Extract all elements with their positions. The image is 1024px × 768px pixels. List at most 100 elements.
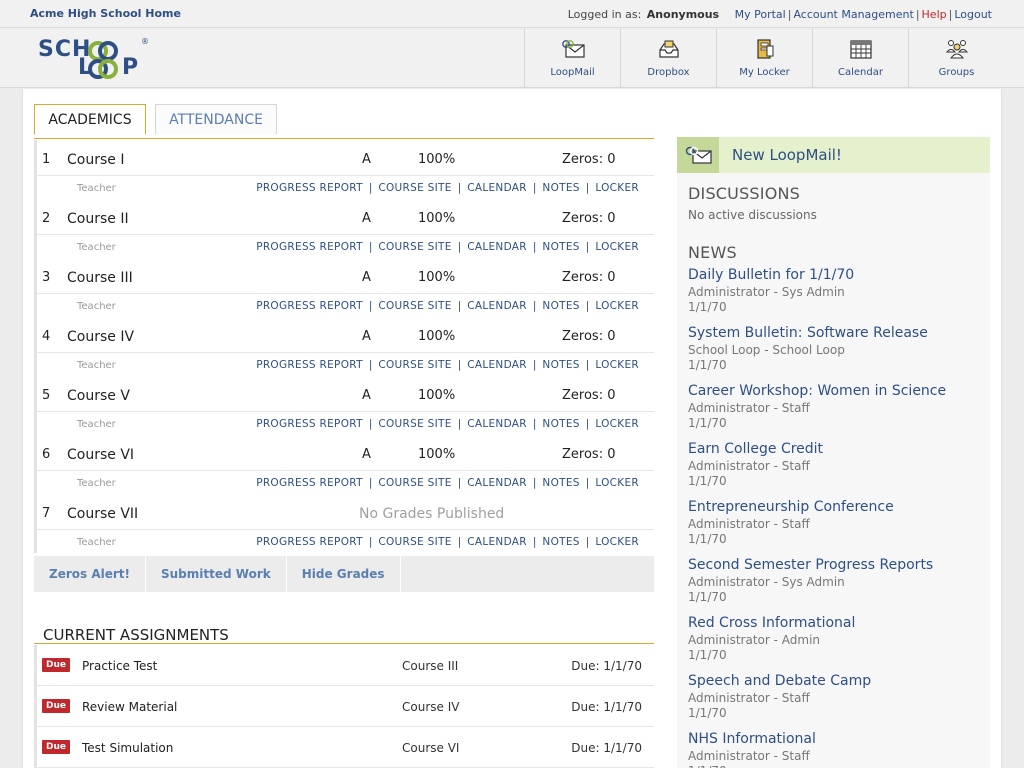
calendar-link[interactable]: CALENDAR bbox=[467, 477, 527, 489]
grade-tools-bar: Zeros Alert! Submitted Work Hide Grades bbox=[34, 556, 654, 592]
submitted-work-button[interactable]: Submitted Work bbox=[146, 556, 287, 592]
username: Anonymous bbox=[646, 8, 720, 21]
course-site-link[interactable]: COURSE SITE bbox=[378, 477, 451, 489]
assignment-course: Course VI bbox=[402, 741, 460, 755]
course-teacher: Teacher bbox=[77, 183, 116, 194]
progress-report-link[interactable]: PROGRESS REPORT bbox=[256, 359, 363, 371]
news-title-link[interactable]: Earn College Credit bbox=[688, 441, 823, 457]
progress-report-link[interactable]: PROGRESS REPORT bbox=[256, 241, 363, 253]
progress-report-link[interactable]: PROGRESS REPORT bbox=[256, 300, 363, 312]
news-title-link[interactable]: Daily Bulletin for 1/1/70 bbox=[688, 267, 854, 283]
course-name[interactable]: Course III bbox=[67, 270, 133, 286]
locker-link[interactable]: LOCKER bbox=[595, 418, 639, 430]
tab-academics[interactable]: ACADEMICS bbox=[34, 104, 146, 135]
nav-dropbox[interactable]: Dropbox bbox=[620, 29, 716, 88]
locker-link[interactable]: LOCKER bbox=[595, 300, 639, 312]
course-number: 6 bbox=[42, 447, 51, 462]
course-name[interactable]: Course I bbox=[67, 152, 124, 168]
news-title-link[interactable]: Second Semester Progress Reports bbox=[688, 557, 933, 573]
news-title-link[interactable]: Red Cross Informational bbox=[688, 615, 855, 631]
locker-link[interactable]: LOCKER bbox=[595, 241, 639, 253]
course-site-link[interactable]: COURSE SITE bbox=[378, 300, 451, 312]
school-loop-logo[interactable]: SCH L P ® bbox=[38, 37, 149, 80]
course-links: PROGRESS REPORT | COURSE SITE | CALENDAR | NOT… bbox=[256, 241, 639, 253]
notes-link[interactable]: NOTES bbox=[542, 300, 579, 312]
course-teacher: Teacher bbox=[77, 419, 116, 430]
course-grade: A bbox=[362, 152, 371, 167]
tab-attendance[interactable]: ATTENDANCE bbox=[155, 104, 277, 134]
new-loopmail-banner[interactable]: New LoopMail! bbox=[677, 137, 990, 173]
course-summary: 4 Course IV A 100% Zeros: 0 bbox=[37, 317, 654, 353]
course-name[interactable]: Course VII bbox=[67, 506, 138, 522]
course-summary: 1 Course I A 100% Zeros: 0 bbox=[37, 140, 654, 176]
progress-report-link[interactable]: PROGRESS REPORT bbox=[256, 477, 363, 489]
course-name[interactable]: Course II bbox=[67, 211, 129, 227]
notes-link[interactable]: NOTES bbox=[542, 477, 579, 489]
link-separator: | bbox=[457, 182, 462, 194]
calendar-link[interactable]: CALENDAR bbox=[467, 359, 527, 371]
nav-calendar[interactable]: Calendar bbox=[812, 29, 908, 88]
course-name[interactable]: Course IV bbox=[67, 329, 134, 345]
link-separator: | bbox=[368, 300, 373, 312]
notes-link[interactable]: NOTES bbox=[542, 359, 579, 371]
help-link[interactable]: Help bbox=[922, 8, 947, 21]
calendar-link[interactable]: CALENDAR bbox=[467, 536, 527, 548]
link-separator: | bbox=[585, 418, 590, 430]
news-title-link[interactable]: Career Workshop: Women in Science bbox=[688, 383, 946, 399]
notes-link[interactable]: NOTES bbox=[542, 182, 579, 194]
course-name[interactable]: Course VI bbox=[67, 447, 134, 463]
dropbox-icon bbox=[658, 40, 679, 58]
news-title-link[interactable]: System Bulletin: Software Release bbox=[688, 325, 928, 341]
notes-link[interactable]: NOTES bbox=[542, 536, 579, 548]
progress-report-link[interactable]: PROGRESS REPORT bbox=[256, 182, 363, 194]
progress-report-link[interactable]: PROGRESS REPORT bbox=[256, 418, 363, 430]
assignment-course: Course III bbox=[402, 659, 459, 673]
course-teacher: Teacher bbox=[77, 242, 116, 253]
assignment-name[interactable]: Review Material bbox=[82, 700, 177, 714]
calendar-link[interactable]: CALENDAR bbox=[467, 241, 527, 253]
news-author: Administrator - Sys Admin bbox=[688, 285, 845, 299]
assignment-name[interactable]: Practice Test bbox=[82, 659, 157, 673]
news-item: Entrepreneurship Conference Administrator… bbox=[688, 499, 983, 557]
locker-link[interactable]: LOCKER bbox=[595, 536, 639, 548]
link-separator: | bbox=[368, 477, 373, 489]
news-title-link[interactable]: Entrepreneurship Conference bbox=[688, 499, 894, 515]
course-site-link[interactable]: COURSE SITE bbox=[378, 359, 451, 371]
news-item: Speech and Debate Camp Administrator - St… bbox=[688, 673, 983, 731]
calendar-link[interactable]: CALENDAR bbox=[467, 300, 527, 312]
news-title-link[interactable]: NHS Informational bbox=[688, 731, 816, 747]
news-date: 1/1/70 bbox=[688, 590, 727, 604]
course-zeros: Zeros: 0 bbox=[562, 211, 616, 226]
course-site-link[interactable]: COURSE SITE bbox=[378, 418, 451, 430]
calendar-link[interactable]: CALENDAR bbox=[467, 182, 527, 194]
progress-report-link[interactable]: PROGRESS REPORT bbox=[256, 536, 363, 548]
course-row: 2 Course II A 100% Zeros: 0 Teacher PROGRESS R… bbox=[34, 199, 654, 258]
locker-link[interactable]: LOCKER bbox=[595, 359, 639, 371]
assignment-name[interactable]: Test Simulation bbox=[82, 741, 173, 755]
logout-link[interactable]: Logout bbox=[954, 8, 992, 21]
locker-link[interactable]: LOCKER bbox=[595, 182, 639, 194]
nav-my-locker[interactable]: My Locker bbox=[716, 29, 812, 88]
discussions-heading: DISCUSSIONS bbox=[688, 184, 801, 203]
news-title-link[interactable]: Speech and Debate Camp bbox=[688, 673, 871, 689]
course-number: 1 bbox=[42, 152, 51, 167]
notes-link[interactable]: NOTES bbox=[542, 241, 579, 253]
link-separator: | bbox=[532, 477, 537, 489]
nav-loopmail[interactable]: LoopMail bbox=[524, 29, 620, 88]
course-site-link[interactable]: COURSE SITE bbox=[378, 182, 451, 194]
calendar-link[interactable]: CALENDAR bbox=[467, 418, 527, 430]
link-separator: | bbox=[368, 359, 373, 371]
notes-link[interactable]: NOTES bbox=[542, 418, 579, 430]
course-row: 7 Course VII No Grades Published Teacher PRO… bbox=[34, 494, 654, 553]
link-separator: | bbox=[532, 241, 537, 253]
hide-grades-button[interactable]: Hide Grades bbox=[287, 556, 401, 592]
course-site-link[interactable]: COURSE SITE bbox=[378, 241, 451, 253]
my-portal-link[interactable]: My Portal bbox=[735, 8, 786, 21]
school-home-link[interactable]: Acme High School Home bbox=[30, 7, 181, 20]
account-management-link[interactable]: Account Management bbox=[793, 8, 913, 21]
course-site-link[interactable]: COURSE SITE bbox=[378, 536, 451, 548]
locker-link[interactable]: LOCKER bbox=[595, 477, 639, 489]
course-name[interactable]: Course V bbox=[67, 388, 130, 404]
zeros-alert-button[interactable]: Zeros Alert! bbox=[34, 556, 146, 592]
nav-groups[interactable]: Groups bbox=[908, 29, 1004, 88]
